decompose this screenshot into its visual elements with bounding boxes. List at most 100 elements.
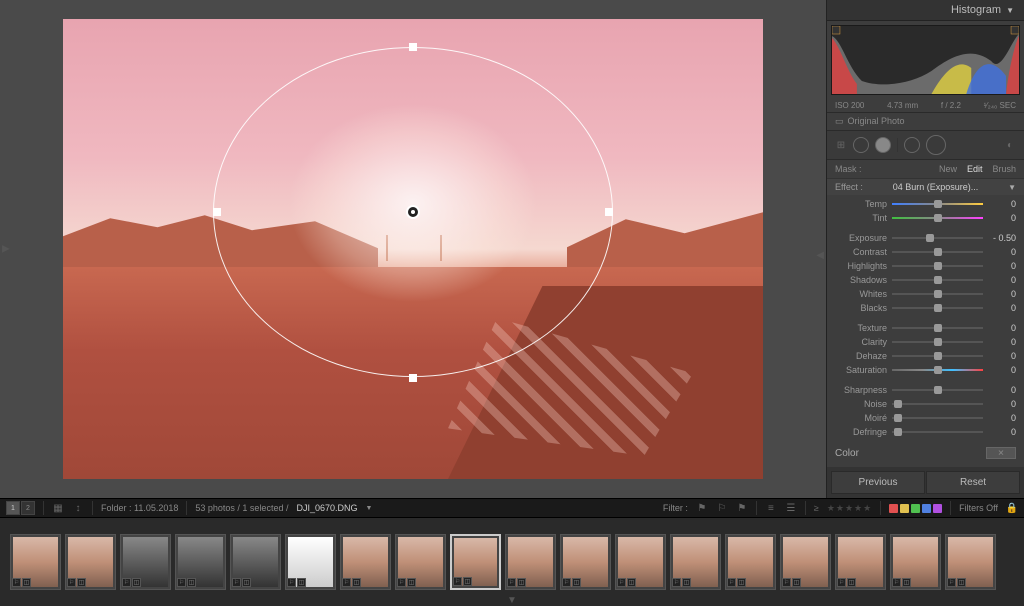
settings-badge-icon[interactable]: ◫ [517, 578, 526, 587]
settings-badge-icon[interactable]: ◫ [463, 577, 472, 586]
histogram-header[interactable]: Histogram [827, 0, 1024, 21]
original-photo-toggle[interactable]: Original Photo [827, 112, 1024, 130]
slider-thumb[interactable] [894, 414, 902, 422]
slider-saturation[interactable]: Saturation0 [835, 363, 1016, 377]
filmstrip-thumb[interactable]: ⚐◫ [835, 534, 886, 590]
slider-thumb[interactable] [934, 200, 942, 208]
settings-badge-icon[interactable]: ◫ [627, 578, 636, 587]
settings-badge-icon[interactable]: ◫ [242, 578, 251, 587]
flag-badge-icon[interactable]: ⚐ [287, 578, 296, 587]
flag-badge-icon[interactable]: ⚐ [837, 578, 846, 587]
filmstrip-thumb[interactable]: ⚐◫ [120, 534, 171, 590]
slider-texture[interactable]: Texture0 [835, 321, 1016, 335]
grid-icon[interactable]: ▦ [52, 502, 64, 514]
filmstrip-thumb[interactable]: ⚐◫ [615, 534, 666, 590]
slider-thumb[interactable] [934, 276, 942, 284]
color-swatch[interactable] [986, 447, 1016, 459]
filmstrip-thumb[interactable]: ⚐◫ [65, 534, 116, 590]
chevron-down-icon[interactable]: ▼ [1008, 183, 1016, 192]
flag-badge-icon[interactable]: ⚐ [122, 578, 131, 587]
color-filter-chip[interactable] [900, 504, 909, 513]
slider-dehaze[interactable]: Dehaze0 [835, 349, 1016, 363]
color-filter-chip[interactable] [911, 504, 920, 513]
mask-new[interactable]: New [939, 164, 957, 174]
settings-badge-icon[interactable]: ◫ [132, 578, 141, 587]
filter-lock-icon[interactable]: 🔒 [1006, 502, 1018, 514]
settings-badge-icon[interactable]: ◫ [297, 578, 306, 587]
slider-temp[interactable]: Temp0 [835, 197, 1016, 211]
filters-off[interactable]: Filters Off [959, 503, 998, 513]
filmstrip-thumb[interactable]: ⚐◫ [395, 534, 446, 590]
slider-thumb[interactable] [926, 234, 934, 242]
mask-edit[interactable]: Edit [967, 164, 983, 174]
flag-badge-icon[interactable]: ⚐ [67, 578, 76, 587]
filmstrip-thumb[interactable]: ⚐◫ [175, 534, 226, 590]
slider-thumb[interactable] [894, 428, 902, 436]
mask-handle-top[interactable] [409, 43, 417, 51]
switch-icon[interactable]: ◐ [1004, 139, 1016, 151]
color-filter-chip[interactable] [922, 504, 931, 513]
flag-badge-icon[interactable]: ⚐ [947, 578, 956, 587]
mask-brush[interactable]: Brush [992, 164, 1016, 174]
slider-thumb[interactable] [934, 338, 942, 346]
collapse-right-icon[interactable]: ◀ [816, 250, 824, 261]
mask-handle-right[interactable] [605, 208, 613, 216]
slider-thumb[interactable] [934, 248, 942, 256]
flag-badge-icon[interactable]: ⚐ [507, 578, 516, 587]
slider-thumb[interactable] [934, 214, 942, 222]
flag-badge-icon[interactable]: ⚐ [562, 578, 571, 587]
flag-badge-icon[interactable]: ⚐ [892, 578, 901, 587]
histogram[interactable] [831, 25, 1020, 95]
mask-handle-bottom[interactable] [409, 374, 417, 382]
flag-badge-icon[interactable]: ⚐ [617, 578, 626, 587]
settings-badge-icon[interactable]: ◫ [792, 578, 801, 587]
radial-filled-icon[interactable] [875, 137, 891, 153]
filmstrip-thumb[interactable]: ⚐◫ [945, 534, 996, 590]
filmstrip[interactable]: ⚐◫⚐◫⚐◫⚐◫⚐◫⚐◫⚐◫⚐◫⚐◫⚐◫⚐◫⚐◫⚐◫⚐◫⚐◫⚐◫⚐◫⚐◫ [0, 518, 1024, 606]
filmstrip-thumb[interactable]: ⚐◫ [505, 534, 556, 590]
circle-large-icon[interactable] [926, 135, 946, 155]
mask-handle-left[interactable] [213, 208, 221, 216]
slider-thumb[interactable] [934, 262, 942, 270]
flag-unpicked-icon[interactable]: ⚐ [716, 502, 728, 514]
slider-thumb[interactable] [934, 386, 942, 394]
filmstrip-thumb[interactable]: ⚐◫ [340, 534, 391, 590]
rating-filter[interactable]: ★★★★★ [827, 503, 872, 514]
photo-preview[interactable] [63, 19, 763, 479]
filmstrip-thumb[interactable]: ⚐◫ [670, 534, 721, 590]
reset-button[interactable]: Reset [926, 471, 1020, 494]
view-mode-2[interactable]: 2 [21, 501, 35, 515]
canvas-area[interactable]: ▶ [0, 0, 826, 498]
flag-badge-icon[interactable]: ⚐ [727, 578, 736, 587]
view-mode-1[interactable]: 1 [6, 501, 20, 515]
settings-badge-icon[interactable]: ◫ [407, 578, 416, 587]
effect-preset-row[interactable]: Effect : 04 Burn (Exposure)... ▼ [827, 178, 1024, 195]
slider-contrast[interactable]: Contrast0 [835, 245, 1016, 259]
mask-center-pin[interactable] [406, 205, 420, 219]
slider-thumb[interactable] [934, 352, 942, 360]
flag-rejected-icon[interactable]: ⚑ [736, 502, 748, 514]
settings-badge-icon[interactable]: ◫ [902, 578, 911, 587]
settings-badge-icon[interactable]: ◫ [737, 578, 746, 587]
slider-shadows[interactable]: Shadows0 [835, 273, 1016, 287]
previous-button[interactable]: Previous [831, 471, 925, 494]
slider-tint[interactable]: Tint0 [835, 211, 1016, 225]
settings-badge-icon[interactable]: ◫ [77, 578, 86, 587]
circle-outline-icon[interactable] [904, 137, 920, 153]
settings-badge-icon[interactable]: ◫ [187, 578, 196, 587]
filter-attribute-icon[interactable]: ☰ [785, 502, 797, 514]
filmstrip-thumb[interactable]: ⚐◫ [285, 534, 336, 590]
filter-settings-icon[interactable]: ≡ [765, 502, 777, 514]
slider-whites[interactable]: Whites0 [835, 287, 1016, 301]
settings-badge-icon[interactable]: ◫ [682, 578, 691, 587]
flag-badge-icon[interactable]: ⚐ [232, 578, 241, 587]
flag-badge-icon[interactable]: ⚐ [397, 578, 406, 587]
color-filter-chip[interactable] [889, 504, 898, 513]
radial-outline-icon[interactable] [853, 137, 869, 153]
filmstrip-thumb[interactable]: ⚐◫ [725, 534, 776, 590]
slider-thumb[interactable] [934, 366, 942, 374]
sort-icon[interactable]: ↕ [72, 502, 84, 514]
slider-moire[interactable]: Moiré0 [835, 411, 1016, 425]
settings-badge-icon[interactable]: ◫ [847, 578, 856, 587]
flag-badge-icon[interactable]: ⚐ [782, 578, 791, 587]
